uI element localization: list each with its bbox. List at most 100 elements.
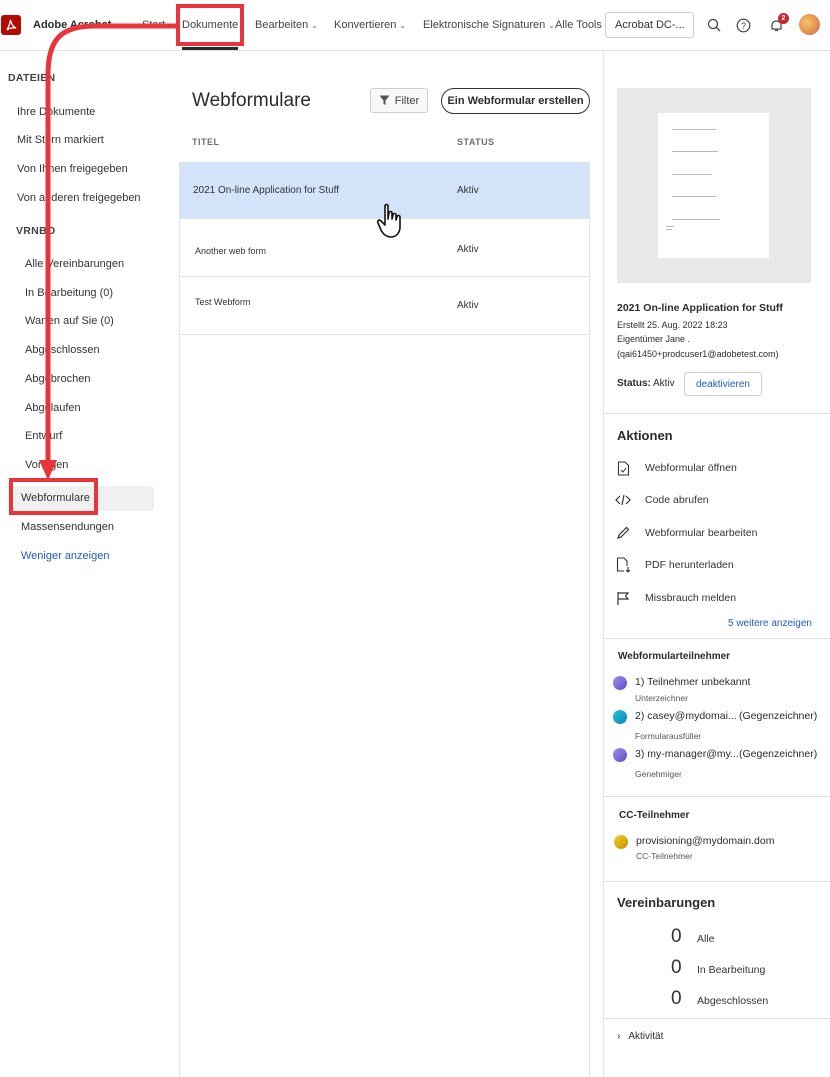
- nav-convert-label: Konvertieren: [334, 19, 397, 31]
- participants-heading: Webformularteilnehmer: [618, 651, 731, 662]
- count-all-label[interactable]: Alle: [697, 933, 715, 945]
- participant-extra: (Gegenzeichner): [739, 748, 818, 760]
- sidebar-heading-agreements: VRNBO: [16, 225, 56, 237]
- action-label: Missbrauch melden: [645, 592, 737, 604]
- highlight-documents-box: [176, 4, 244, 46]
- participant-name: 2) casey@mydomai...: [635, 710, 737, 722]
- divider: [604, 638, 830, 639]
- sidebar: [0, 51, 170, 1077]
- sidebar-heading-files: DATEIEN: [8, 72, 56, 84]
- activity-label: Aktivität: [628, 1031, 664, 1042]
- action-get-code[interactable]: Code abrufen: [615, 491, 815, 509]
- nav-start-label: Start: [142, 19, 166, 31]
- nav-edit-label: Bearbeiten: [255, 19, 309, 31]
- avatar[interactable]: [799, 14, 820, 35]
- flag-icon: [615, 590, 631, 606]
- sidebar-item-starred[interactable]: Mit Stern markiert: [17, 134, 104, 146]
- column-header-title[interactable]: TITEL: [192, 137, 220, 147]
- nav-all-tools-label: Alle Tools: [555, 19, 602, 31]
- sidebar-item-completed[interactable]: Abgeschlossen: [25, 344, 100, 356]
- sidebar-item-waiting[interactable]: Warten auf Sie (0): [25, 315, 114, 327]
- thumbnail-page: [658, 113, 769, 258]
- action-label: Code abrufen: [645, 494, 709, 506]
- detail-owner-email: (qai61450+prodcuser1@adobetest.com): [617, 349, 779, 359]
- divider: [604, 1018, 830, 1019]
- cc-heading: CC-Teilnehmer: [619, 810, 690, 821]
- action-label: Webformular bearbeiten: [645, 527, 758, 539]
- code-icon: [615, 492, 631, 508]
- detail-owner: Eigentümer Jane .: [617, 334, 691, 344]
- chevron-down-icon: ⌄: [399, 21, 407, 30]
- count-all-value: 0: [671, 926, 682, 947]
- open-document-icon: [615, 460, 631, 476]
- sidebar-item-all-agreements[interactable]: Alle Vereinbarungen: [25, 258, 124, 270]
- participant-role: Genehmiger: [635, 769, 682, 779]
- create-webform-button[interactable]: Ein Webformular erstellen: [441, 88, 590, 114]
- sidebar-item-cancelled[interactable]: Abgebrochen: [25, 373, 90, 385]
- svg-text:?: ?: [740, 21, 745, 31]
- app-brand[interactable]: Adobe Acrobat: [33, 19, 111, 31]
- sidebar-item-draft[interactable]: Entwurf: [25, 430, 62, 442]
- pdf-download-icon: [615, 557, 631, 573]
- row-title: 2021 On-line Application for Stuff: [193, 185, 340, 196]
- participant-name: 3) my-manager@my...: [635, 748, 739, 760]
- search-icon[interactable]: [705, 16, 723, 34]
- cc-email: provisioning@mydomain.dom: [636, 835, 775, 847]
- row-status: Aktiv: [457, 185, 479, 196]
- action-edit-webform[interactable]: Webformular bearbeiten: [615, 524, 815, 542]
- divider: [604, 796, 830, 797]
- action-download-pdf[interactable]: PDF herunterladen: [615, 556, 815, 574]
- nav-esign[interactable]: Elektronische Signaturen ⌄: [423, 19, 555, 31]
- status-value: Aktiv: [653, 378, 675, 389]
- filter-button[interactable]: Filter: [370, 88, 428, 113]
- count-completed-label[interactable]: Abgeschlossen: [697, 995, 768, 1007]
- highlight-webforms-box: [9, 478, 98, 515]
- sidebar-item-bulk-send[interactable]: Massensendungen: [21, 521, 114, 533]
- acrobat-logo-icon[interactable]: [1, 15, 21, 35]
- sidebar-item-shared-by-you[interactable]: Von Ihnen freigegeben: [17, 163, 128, 175]
- filter-icon: [379, 95, 390, 105]
- show-less-link[interactable]: Weniger anzeigen: [21, 550, 109, 562]
- help-icon[interactable]: ?: [734, 16, 752, 34]
- sidebar-item-templates[interactable]: Vorlagen: [25, 459, 68, 471]
- nav-convert[interactable]: Konvertieren ⌄: [334, 19, 406, 31]
- top-bar: Adobe Acrobat Start Dokumente Bearbeiten…: [0, 0, 830, 51]
- participant-name: 1) Teilnehmer unbekannt: [635, 676, 751, 688]
- action-report-abuse[interactable]: Missbrauch melden: [615, 589, 815, 607]
- nav-start[interactable]: Start: [142, 19, 165, 31]
- count-in-progress-label[interactable]: In Bearbeitung: [697, 964, 765, 976]
- nav-active-indicator: [182, 47, 238, 50]
- status-label: Status:: [617, 378, 651, 389]
- nav-esign-label: Elektronische Signaturen: [423, 19, 546, 31]
- divider: [604, 413, 830, 414]
- deactivate-button[interactable]: deaktivieren: [684, 372, 762, 396]
- filter-label: Filter: [394, 94, 420, 107]
- action-label: Webformular öffnen: [645, 462, 737, 474]
- sidebar-item-in-progress[interactable]: In Bearbeitung (0): [25, 287, 113, 299]
- notification-badge: 2: [778, 13, 789, 24]
- cc-dot: [614, 835, 628, 849]
- sidebar-item-shared-by-others[interactable]: Von anderen freigegeben: [17, 192, 141, 204]
- count-completed-value: 0: [671, 988, 682, 1009]
- sidebar-item-your-documents[interactable]: Ihre Dokumente: [17, 106, 95, 118]
- pencil-icon: [615, 525, 631, 541]
- activity-toggle[interactable]: › Aktivität: [617, 1031, 663, 1042]
- search-input[interactable]: Acrobat DC-...: [605, 12, 694, 38]
- show-more-link[interactable]: 5 weitere anzeigen: [728, 618, 812, 629]
- divider: [604, 881, 830, 882]
- participant-dot: [613, 676, 627, 690]
- participant-role: Unterzeichner: [635, 693, 688, 703]
- participant-extra: (Gegenzeichner): [739, 710, 818, 722]
- participant-role: Formularausfüller: [635, 731, 702, 741]
- detail-title: 2021 On-line Application for Stuff: [617, 302, 783, 314]
- hand-cursor-icon: [376, 203, 401, 238]
- row-status: Aktiv: [457, 300, 479, 311]
- participant-dot: [613, 710, 627, 724]
- chevron-right-icon: ›: [617, 1031, 621, 1042]
- nav-edit[interactable]: Bearbeiten ⌄: [255, 19, 318, 31]
- action-open-webform[interactable]: Webformular öffnen: [615, 459, 815, 477]
- table-row[interactable]: Test Webform Aktiv: [180, 278, 589, 335]
- sidebar-item-expired[interactable]: Abgelaufen: [25, 402, 81, 414]
- column-header-status[interactable]: STATUS: [457, 137, 495, 147]
- nav-all-tools[interactable]: Alle Tools: [555, 19, 602, 31]
